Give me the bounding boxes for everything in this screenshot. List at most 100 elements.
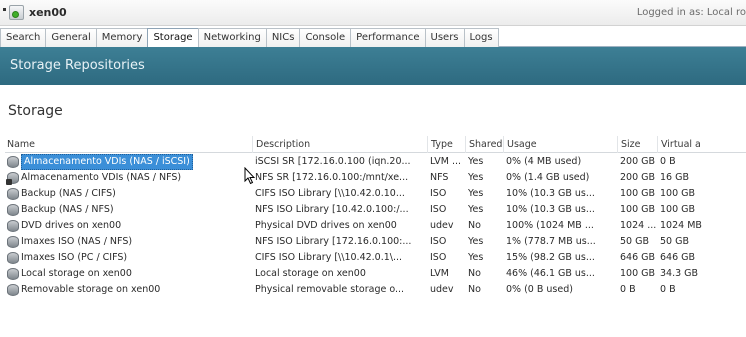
- tab-storage[interactable]: Storage: [147, 28, 199, 48]
- cell-usage: 46% (46.1 GB us...: [506, 268, 595, 279]
- column-header-shared[interactable]: Shared: [465, 136, 503, 153]
- cell-name: Imaxes ISO (PC / CIFS): [5, 250, 252, 266]
- cell-type: ISO: [430, 188, 447, 199]
- row-name-label: Imaxes ISO (PC / CIFS): [21, 252, 128, 263]
- tab-bar: Search General Memory Storage Networking NICs…: [0, 26, 746, 48]
- tab-nics[interactable]: NICs: [265, 28, 301, 47]
- cell-virtual: 1024 MB: [660, 220, 702, 231]
- login-status: Logged in as: Local ro: [636, 7, 746, 18]
- tab-logs[interactable]: Logs: [463, 28, 499, 47]
- cell-description: Local storage on xen00: [255, 268, 366, 279]
- cell-shared: Yes: [468, 172, 484, 183]
- server-icon: [9, 5, 24, 20]
- row-name-label: Removable storage on xen00: [21, 284, 161, 295]
- cell-description: NFS ISO Library [10.42.0.100:/...: [255, 204, 409, 215]
- column-header-name[interactable]: Name: [5, 136, 252, 153]
- tab-memory[interactable]: Memory: [95, 28, 149, 47]
- table-row[interactable]: Backup (NAS / NFS) NFS ISO Library [10.42…: [5, 202, 746, 218]
- cell-description: CIFS ISO Library [\\10.42.0.1\...: [255, 252, 403, 263]
- server-name: xen00: [29, 6, 67, 19]
- cell-usage: 100% (1024 MB ...: [506, 220, 594, 231]
- table-row[interactable]: Backup (NAS / CIFS) CIFS ISO Library [\\1…: [5, 186, 746, 202]
- row-name-label: DVD drives on xen00: [21, 220, 122, 231]
- cell-virtual: 34.3 GB: [660, 268, 699, 279]
- cell-type: udev: [430, 284, 454, 295]
- cell-description: Physical removable storage o...: [255, 284, 405, 295]
- cell-usage: 10% (10.3 GB us...: [506, 204, 595, 215]
- cell-size: 100 GB: [620, 268, 656, 279]
- cell-shared: Yes: [468, 156, 484, 167]
- table-row[interactable]: Imaxes ISO (NAS / NFS) NFS ISO Library [1…: [5, 234, 746, 250]
- cell-usage: 10% (10.3 GB us...: [506, 188, 595, 199]
- cell-description: NFS SR [172.16.0.100:/mnt/xe...: [255, 172, 409, 183]
- table-row[interactable]: DVD drives on xen00 Physical DVD drives o…: [5, 218, 746, 234]
- column-header-size[interactable]: Size: [617, 136, 657, 153]
- tab-performance[interactable]: Performance: [350, 28, 426, 47]
- table-row[interactable]: Imaxes ISO (PC / CIFS) CIFS ISO Library […: [5, 250, 746, 266]
- window-edge-mark: [3, 8, 6, 11]
- tab-networking[interactable]: Networking: [197, 28, 267, 47]
- cell-shared: Yes: [468, 188, 484, 199]
- cell-description: CIFS ISO Library [\\10.42.0.10...: [255, 188, 405, 199]
- table-row[interactable]: Local storage on xen00 Local storage on x…: [5, 266, 746, 282]
- cell-shared: Yes: [468, 252, 484, 263]
- cell-usage: 0% (4 MB used): [506, 156, 582, 167]
- cell-description: iSCSI SR [172.16.0.100 (iqn.20...: [255, 156, 411, 167]
- column-header-type[interactable]: Type: [427, 136, 465, 153]
- cell-name: Removable storage on xen00: [5, 282, 252, 298]
- cell-name: Almacenamento VDIs (NAS / NFS): [5, 170, 252, 186]
- cell-type: ISO: [430, 236, 447, 247]
- cell-shared: Yes: [468, 204, 484, 215]
- column-header-virtual-allocation[interactable]: Virtual a: [657, 136, 746, 153]
- tab-search[interactable]: Search: [0, 28, 47, 47]
- cell-shared: No: [468, 220, 481, 231]
- cell-usage: 0% (0 B used): [506, 284, 573, 295]
- cell-usage: 15% (98.2 GB us...: [506, 252, 595, 263]
- cell-size: 200 GB: [620, 172, 656, 183]
- page-banner: Storage Repositories: [0, 47, 746, 85]
- cell-description: Physical DVD drives on xen00: [255, 220, 397, 231]
- tab-users[interactable]: Users: [424, 28, 465, 47]
- cell-virtual: 0 B: [660, 284, 676, 295]
- cell-size: 50 GB: [620, 236, 649, 247]
- column-header-description[interactable]: Description: [252, 136, 427, 153]
- title-bar: xen00 Logged in as: Local ro: [0, 0, 746, 26]
- cell-virtual: 100 GB: [660, 204, 696, 215]
- cell-size: 100 GB: [620, 188, 656, 199]
- grid-header: Name Description Type Shared Usage Size …: [5, 136, 746, 153]
- cell-size: 0 B: [620, 284, 636, 295]
- cell-type: ISO: [430, 252, 447, 263]
- cell-virtual: 50 GB: [660, 236, 689, 247]
- cell-size: 100 GB: [620, 204, 656, 215]
- cell-type: NFS: [430, 172, 449, 183]
- row-name-label: Imaxes ISO (NAS / NFS): [21, 236, 133, 247]
- row-name-label: Almacenamento VDIs (NAS / iSCSI): [21, 154, 193, 170]
- cell-name: DVD drives on xen00: [5, 218, 252, 234]
- row-name-label: Almacenamento VDIs (NAS / NFS): [21, 172, 182, 183]
- section-title: Storage: [8, 103, 63, 119]
- cell-shared: No: [468, 284, 481, 295]
- cell-virtual: 646 GB: [660, 252, 696, 263]
- server-status-dot: [12, 11, 19, 18]
- column-header-usage[interactable]: Usage: [503, 136, 617, 153]
- cell-name: Imaxes ISO (NAS / NFS): [5, 234, 252, 250]
- tab-console[interactable]: Console: [299, 28, 352, 47]
- cell-usage: 1% (778.7 MB us...: [506, 236, 596, 247]
- table-row[interactable]: Removable storage on xen00 Physical remov…: [5, 282, 746, 298]
- tabs: Search General Memory Storage Networking NICs…: [0, 28, 499, 48]
- cell-type: udev: [430, 220, 454, 231]
- tab-general[interactable]: General: [45, 28, 97, 47]
- cell-size: 646 GB: [620, 252, 656, 263]
- row-name-label: Local storage on xen00: [21, 268, 132, 279]
- cell-description: NFS ISO Library [172.16.0.100:...: [255, 236, 412, 247]
- cell-name: Backup (NAS / NFS): [5, 202, 252, 218]
- cell-virtual: 100 GB: [660, 188, 696, 199]
- cell-type: ISO: [430, 204, 447, 215]
- cell-name: Almacenamento VDIs (NAS / iSCSI): [5, 154, 252, 170]
- cell-name: Local storage on xen00: [5, 266, 252, 282]
- cell-virtual: 16 GB: [660, 172, 689, 183]
- table-row[interactable]: Almacenamento VDIs (NAS / iSCSI) iSCSI SR…: [5, 154, 746, 170]
- banner-title: Storage Repositories: [10, 58, 145, 73]
- row-name-label: Backup (NAS / NFS): [21, 204, 114, 215]
- table-row[interactable]: Almacenamento VDIs (NAS / NFS) NFS SR [17…: [5, 170, 746, 186]
